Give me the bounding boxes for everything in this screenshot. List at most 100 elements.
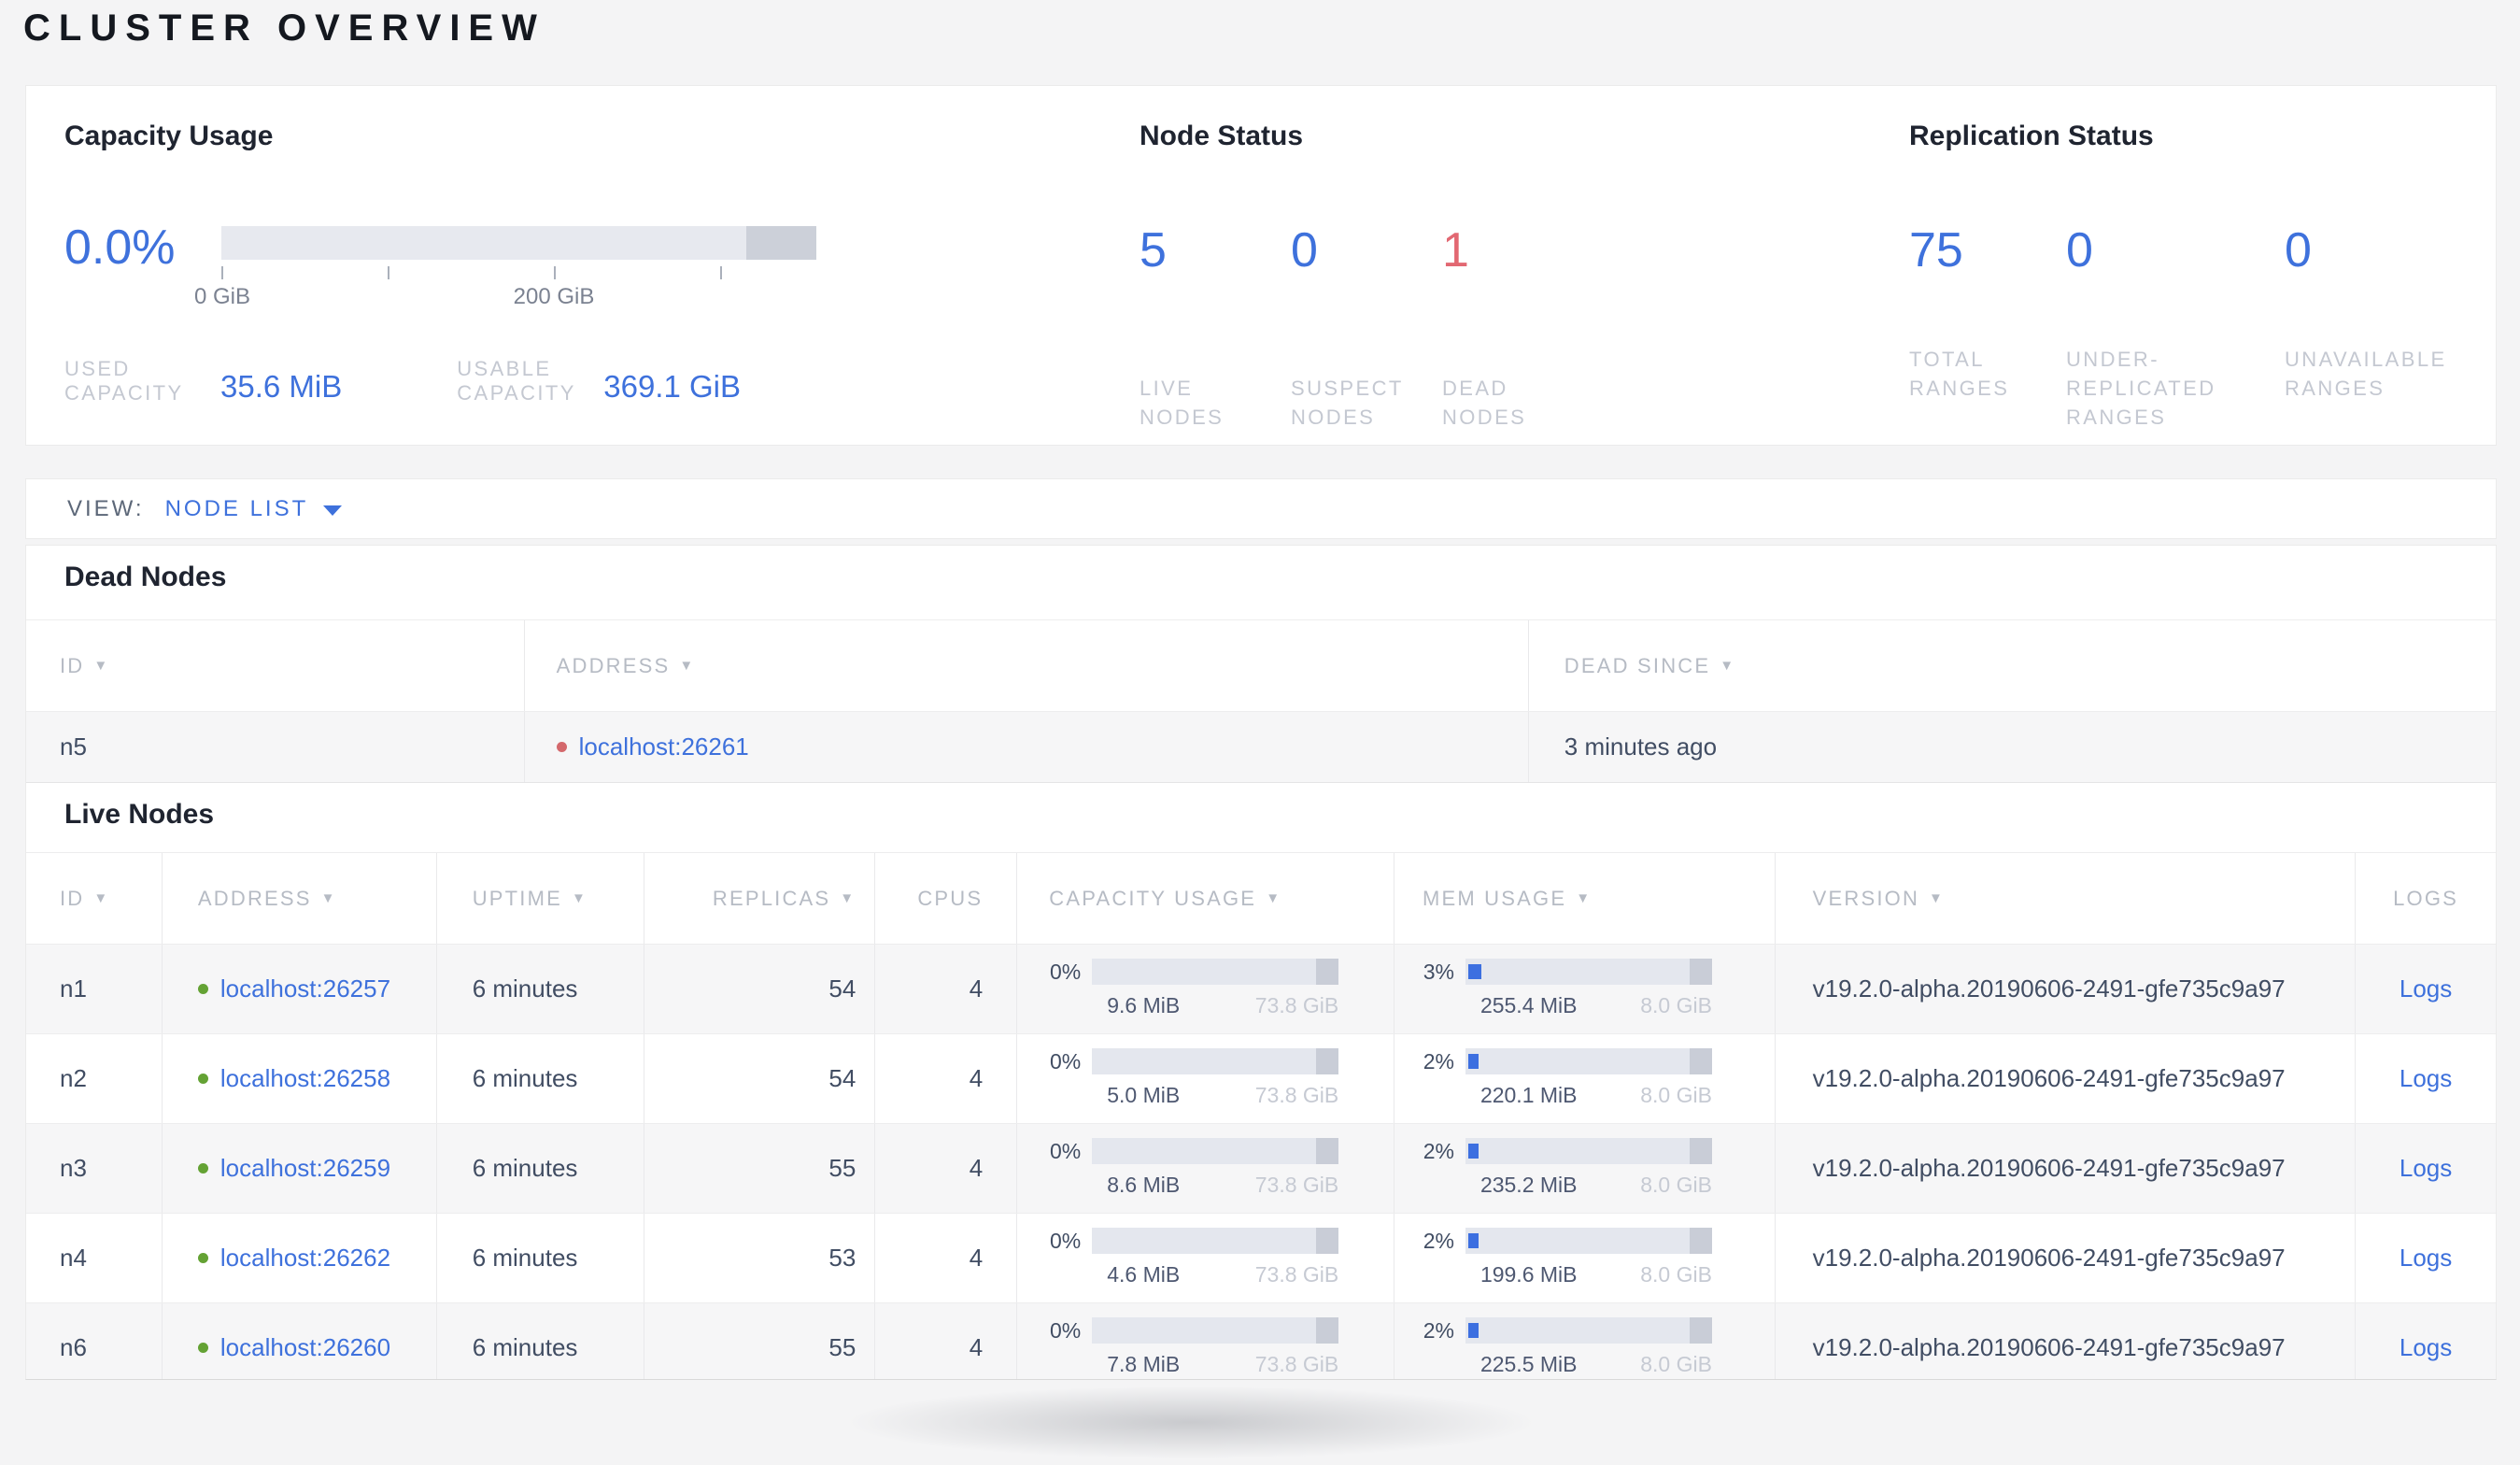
capacity-usage-cell-bar-reserved-segment	[1316, 1228, 1339, 1254]
capacity-usage-cell-values: 8.6 MiB 73.8 GiB	[1092, 1173, 1338, 1198]
sort-desc-icon: ▼	[1720, 658, 1736, 674]
live-status-dot	[197, 1074, 208, 1084]
mem-usage-cell-values: 225.5 MiB 8.0 GiB	[1465, 1352, 1712, 1377]
column-header-label: REPLICAS	[712, 886, 831, 910]
logs-link[interactable]: Logs	[2400, 1064, 2452, 1093]
logs-link[interactable]: Logs	[2400, 974, 2452, 1003]
column-header-version[interactable]: VERSION ▼	[1774, 853, 2356, 944]
column-header-label: ID	[60, 886, 85, 910]
capacity-usage-cell-values: 5.0 MiB 73.8 GiB	[1092, 1083, 1338, 1108]
unavailable-ranges-count: 0	[2285, 223, 2312, 277]
logs-cell: Logs	[2355, 1214, 2496, 1302]
cpus-cell-text: 4	[969, 1244, 984, 1272]
replicas-cell-text: 55	[828, 1333, 857, 1361]
capacity-usage-cell-percent: 0%	[1050, 1317, 1082, 1343]
column-header-id[interactable]: ID ▼	[26, 620, 524, 711]
suspect-nodes-count: 0	[1291, 223, 1318, 277]
node-address-link[interactable]: localhost:26262	[220, 1244, 390, 1273]
column-header-capacity-usage[interactable]: CAPACITY USAGE ▼	[1016, 853, 1394, 944]
dead-nodes-table: ID ▼ ADDRESS ▼ DEAD SINCE ▼ n5 localhost:26261 3…	[26, 619, 2496, 783]
dead-since-cell: 3 minutes ago	[1527, 712, 2496, 782]
table-row: n1 localhost:26257 6 minutes 54 4 0% 9.6 MiB 73…	[26, 944, 2496, 1033]
version-cell: v19.2.0-alpha.20190606-2491-gfe735c9a97	[1774, 1214, 2356, 1302]
node-address-link[interactable]: localhost:26259	[220, 1154, 390, 1183]
capacity-bar-reserved-segment	[746, 226, 816, 260]
node-address-cell: localhost:26260	[161, 1303, 436, 1379]
capacity-usage-heading: Capacity Usage	[64, 121, 274, 151]
node-address-link[interactable]: localhost:26258	[220, 1064, 390, 1093]
logs-link[interactable]: Logs	[2400, 1244, 2452, 1273]
chevron-down-icon	[323, 505, 343, 516]
mem-usage-cell-bar	[1465, 1138, 1712, 1164]
node-id-cell-text: n1	[60, 974, 87, 1003]
column-header-address[interactable]: ADDRESS ▼	[161, 853, 436, 944]
column-header-mem-usage[interactable]: MEM USAGE ▼	[1393, 853, 1775, 944]
view-label: VIEW:	[67, 495, 145, 521]
column-header-id[interactable]: ID ▼	[26, 853, 162, 944]
live-nodes-heading: Live Nodes	[64, 799, 215, 830]
mem-usage-cell-percent: 2%	[1423, 1228, 1454, 1253]
node-address-cell: localhost:26261	[523, 712, 1528, 782]
logs-link[interactable]: Logs	[2400, 1333, 2452, 1362]
node-address-link[interactable]: localhost:26261	[579, 732, 749, 761]
total-ranges-label: TOTAL RANGES	[1909, 348, 2010, 400]
mem-usage-cell-total-value: 8.0 GiB	[1640, 993, 1712, 1017]
node-address-cell: localhost:26259	[161, 1124, 436, 1213]
live-status-dot	[197, 1343, 208, 1353]
table-row: n6 localhost:26260 6 minutes 55 4 0% 7.8 MiB 73…	[26, 1302, 2496, 1379]
column-header-label: ADDRESS	[197, 886, 312, 910]
capacity-usage-cell-bar-row: 0%	[1049, 1048, 1394, 1074]
node-id-cell-text: n5	[60, 732, 87, 761]
column-header-replicas[interactable]: REPLICAS ▼	[643, 853, 875, 944]
capacity-usage-cell-used-value: 9.6 MiB	[1107, 993, 1181, 1017]
sort-desc-icon: ▼	[1266, 890, 1282, 906]
live-nodes-table: ID ▼ ADDRESS ▼ UPTIME ▼ REPLICAS ▼ CPUS CAPACITY …	[26, 852, 2496, 1379]
table-row: n2 localhost:26258 6 minutes 54 4 0% 5.0 MiB 73…	[26, 1033, 2496, 1123]
mem-usage-cell: 2% 235.2 MiB 8.0 GiB	[1393, 1124, 1775, 1213]
column-header-label: ID	[60, 653, 85, 677]
column-header-label: CAPACITY USAGE	[1049, 886, 1257, 910]
mem-usage-cell-bar-fill	[1467, 1054, 1479, 1069]
column-header-uptime[interactable]: UPTIME ▼	[435, 853, 644, 944]
replicas-cell: 54	[643, 945, 875, 1033]
mem-usage-cell-used-value: 199.6 MiB	[1479, 1262, 1578, 1287]
mem-usage-cell-bar-row: 2%	[1423, 1317, 1775, 1344]
uptime-cell: 6 minutes	[435, 1034, 644, 1123]
column-header-label: MEM USAGE	[1422, 886, 1567, 910]
mem-usage-cell-values: 220.1 MiB 8.0 GiB	[1465, 1083, 1712, 1108]
uptime-cell: 6 minutes	[435, 1124, 644, 1213]
node-list-section: Dead Nodes ID ▼ ADDRESS ▼ DEAD SINCE ▼ n5 local…	[25, 545, 2497, 1380]
capacity-usage-cell: 0% 8.6 MiB 73.8 GiB	[1016, 1124, 1394, 1213]
under-replicated-ranges-count: 0	[2066, 223, 2093, 277]
mem-usage-cell-bar-fill	[1467, 964, 1481, 979]
logs-cell: Logs	[2355, 1034, 2496, 1123]
node-address-link[interactable]: localhost:26257	[220, 974, 390, 1003]
version-cell: v19.2.0-alpha.20190606-2491-gfe735c9a97	[1774, 1034, 2356, 1123]
table-row: n5 localhost:26261 3 minutes ago	[26, 711, 2496, 782]
cpus-cell: 4	[874, 1214, 1016, 1302]
uptime-cell-text: 6 minutes	[472, 1244, 578, 1272]
mem-usage-cell-bar-reserved-segment	[1689, 1228, 1712, 1254]
column-header-address[interactable]: ADDRESS ▼	[523, 620, 1528, 711]
capacity-usage-cell-bar	[1092, 1138, 1339, 1164]
node-id-cell: n2	[26, 1034, 162, 1123]
replicas-cell: 54	[643, 1034, 875, 1123]
column-header-label: DEAD SINCE	[1564, 653, 1711, 677]
logs-link[interactable]: Logs	[2400, 1154, 2452, 1183]
version-cell: v19.2.0-alpha.20190606-2491-gfe735c9a97	[1774, 945, 2356, 1033]
mem-usage-cell-bar	[1465, 1048, 1712, 1074]
node-address-link[interactable]: localhost:26260	[220, 1333, 390, 1362]
version-cell-text: v19.2.0-alpha.20190606-2491-gfe735c9a97	[1812, 974, 2286, 1003]
sort-desc-icon: ▼	[93, 658, 110, 674]
used-capacity-value: 35.6 MiB	[220, 369, 343, 404]
column-header-dead-since[interactable]: DEAD SINCE ▼	[1527, 620, 2496, 711]
uptime-cell: 6 minutes	[435, 1303, 644, 1379]
view-selector-dropdown[interactable]: NODE LIST	[165, 496, 343, 522]
page-title: CLUSTER OVERVIEW	[23, 7, 545, 49]
capacity-usage-cell-bar-reserved-segment	[1316, 959, 1339, 985]
live-status-dot	[197, 1163, 208, 1173]
capacity-bar	[221, 226, 816, 260]
mem-usage-cell-total-value: 8.0 GiB	[1640, 1352, 1712, 1376]
replicas-cell: 55	[643, 1303, 875, 1379]
axis-label-200: 200 GiB	[513, 284, 595, 309]
